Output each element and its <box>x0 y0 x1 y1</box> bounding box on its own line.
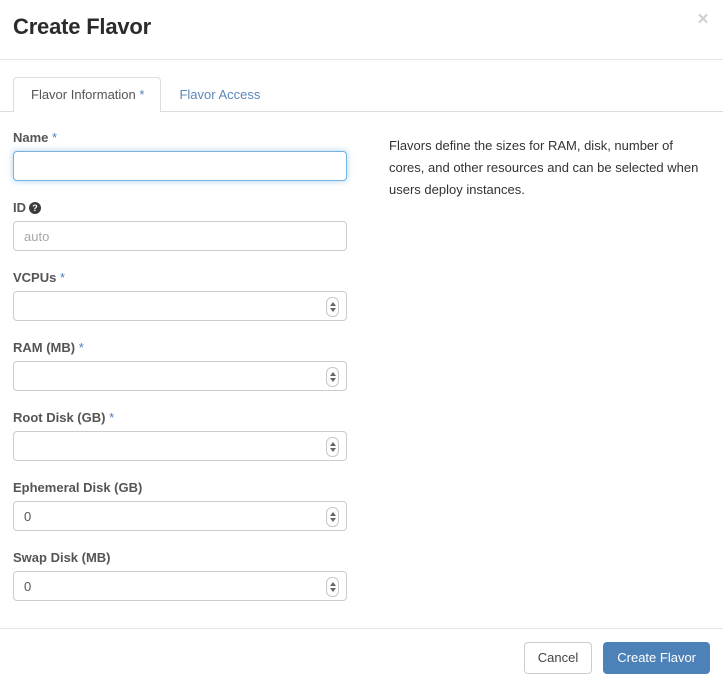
label-vcpus-text: VCPUs <box>13 270 56 285</box>
field-group-ephemeral-disk: Ephemeral Disk (GB) <box>13 480 347 531</box>
form-column: Name * ID? VCPUs * <box>13 130 347 620</box>
field-group-id: ID? <box>13 200 347 251</box>
label-id-text: ID <box>13 200 26 215</box>
required-marker-ram: * <box>79 340 84 355</box>
required-marker-vcpus: * <box>60 270 65 285</box>
ram-stepper[interactable] <box>326 367 339 387</box>
stepper-down-icon[interactable] <box>330 308 336 312</box>
ephemeral-disk-input[interactable] <box>13 501 347 531</box>
flavor-description-text: Flavors define the sizes for RAM, disk, … <box>389 135 710 201</box>
input-wrap-vcpus <box>13 291 347 321</box>
page-title: Create Flavor <box>13 14 151 40</box>
tab-flavor-information[interactable]: Flavor Information * <box>13 77 161 112</box>
label-root-disk-text: Root Disk (GB) <box>13 410 105 425</box>
tab-flavor-information-label: Flavor Information <box>31 87 136 102</box>
id-input[interactable] <box>13 221 347 251</box>
ram-input[interactable] <box>13 361 347 391</box>
label-name: Name * <box>13 130 347 145</box>
stepper-down-icon[interactable] <box>330 588 336 592</box>
stepper-up-icon[interactable] <box>330 302 336 306</box>
input-wrap-ram <box>13 361 347 391</box>
field-group-name: Name * <box>13 130 347 181</box>
field-group-ram: RAM (MB) * <box>13 340 347 391</box>
help-question-icon[interactable]: ? <box>29 202 41 214</box>
cancel-button[interactable]: Cancel <box>524 642 592 674</box>
ephemeral-disk-stepper[interactable] <box>326 507 339 527</box>
label-ephemeral-disk-text: Ephemeral Disk (GB) <box>13 480 142 495</box>
tab-required-marker: * <box>139 87 144 102</box>
label-ram-text: RAM (MB) <box>13 340 75 355</box>
swap-disk-input[interactable] <box>13 571 347 601</box>
input-wrap-swap-disk <box>13 571 347 601</box>
field-group-swap-disk: Swap Disk (MB) <box>13 550 347 601</box>
stepper-down-icon[interactable] <box>330 378 336 382</box>
field-group-vcpus: VCPUs * <box>13 270 347 321</box>
root-disk-input[interactable] <box>13 431 347 461</box>
stepper-down-icon[interactable] <box>330 448 336 452</box>
field-group-root-disk: Root Disk (GB) * <box>13 410 347 461</box>
vcpus-input[interactable] <box>13 291 347 321</box>
tab-flavor-access-label: Flavor Access <box>179 87 260 102</box>
root-disk-stepper[interactable] <box>326 437 339 457</box>
modal-footer: Cancel Create Flavor <box>0 628 723 686</box>
tab-flavor-access[interactable]: Flavor Access <box>161 77 277 112</box>
name-input[interactable] <box>13 151 347 181</box>
vcpus-stepper[interactable] <box>326 297 339 317</box>
stepper-up-icon[interactable] <box>330 582 336 586</box>
stepper-down-icon[interactable] <box>330 518 336 522</box>
stepper-up-icon[interactable] <box>330 372 336 376</box>
modal-body: Name * ID? VCPUs * <box>0 112 723 620</box>
required-marker-root-disk: * <box>109 410 114 425</box>
tab-bar: Flavor Information * Flavor Access <box>0 77 723 112</box>
label-vcpus: VCPUs * <box>13 270 347 285</box>
stepper-up-icon[interactable] <box>330 442 336 446</box>
stepper-up-icon[interactable] <box>330 512 336 516</box>
input-wrap-name <box>13 151 347 181</box>
swap-disk-stepper[interactable] <box>326 577 339 597</box>
label-ram: RAM (MB) * <box>13 340 347 355</box>
help-column: Flavors define the sizes for RAM, disk, … <box>389 130 710 620</box>
input-wrap-root-disk <box>13 431 347 461</box>
label-swap-disk-text: Swap Disk (MB) <box>13 550 111 565</box>
label-ephemeral-disk: Ephemeral Disk (GB) <box>13 480 347 495</box>
required-marker-name: * <box>52 130 57 145</box>
tab-list: Flavor Information * Flavor Access <box>13 77 277 112</box>
close-icon[interactable]: × <box>694 11 712 29</box>
input-wrap-id <box>13 221 347 251</box>
modal-header: Create Flavor × <box>0 0 723 60</box>
create-flavor-button[interactable]: Create Flavor <box>603 642 710 674</box>
label-swap-disk: Swap Disk (MB) <box>13 550 347 565</box>
input-wrap-ephemeral-disk <box>13 501 347 531</box>
label-id: ID? <box>13 200 347 215</box>
label-name-text: Name <box>13 130 48 145</box>
label-root-disk: Root Disk (GB) * <box>13 410 347 425</box>
